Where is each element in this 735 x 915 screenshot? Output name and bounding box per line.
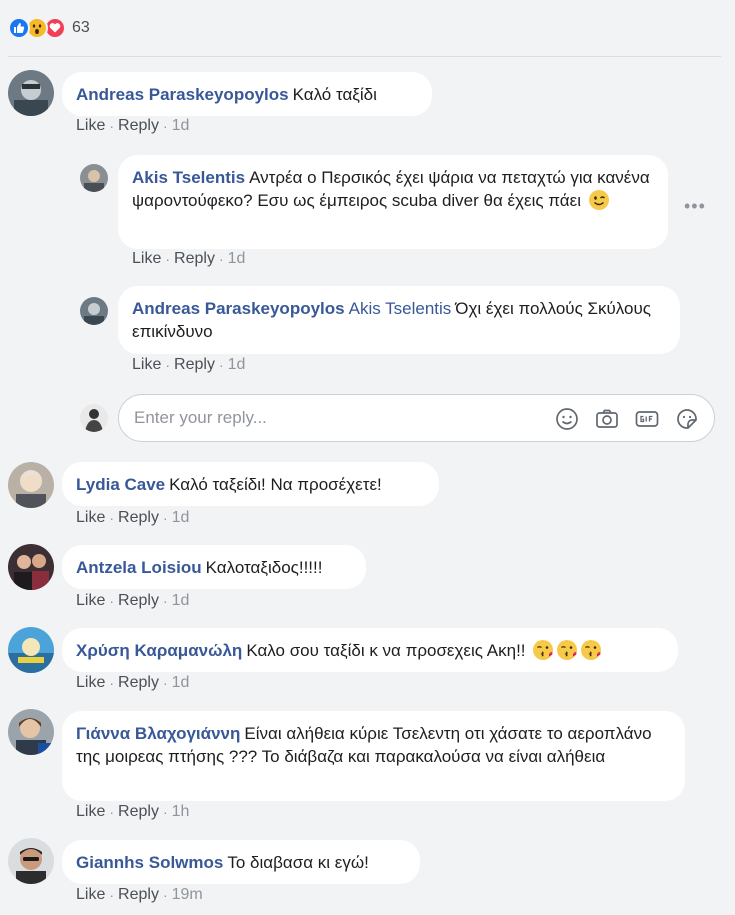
timestamp[interactable]: 1d xyxy=(172,592,190,610)
avatar[interactable] xyxy=(80,164,108,192)
more-options-icon[interactable]: ••• xyxy=(684,196,706,217)
separator: · xyxy=(109,887,115,903)
comment-text: Καλο σου ταξίδι κ να προσεχεις Ακη!! xyxy=(246,641,526,660)
separator: · xyxy=(109,804,115,820)
comment-text: Καλό ταξείδι! Να προσέχετε! xyxy=(169,475,382,494)
reply-button[interactable]: Reply xyxy=(118,117,159,135)
separator: · xyxy=(218,357,224,373)
timestamp[interactable]: 1d xyxy=(228,356,246,374)
reply-button[interactable]: Reply xyxy=(118,592,159,610)
like-button[interactable]: Like xyxy=(132,250,161,268)
avatar[interactable] xyxy=(8,709,54,755)
timestamp[interactable]: 19m xyxy=(172,886,203,904)
comment-actions: Like · Reply · 1d xyxy=(76,674,189,692)
wink-emoji xyxy=(588,189,610,211)
separator: · xyxy=(218,251,224,267)
reply-button[interactable]: Reply xyxy=(118,674,159,692)
comment-author[interactable]: Andreas Paraskeyopoylos xyxy=(76,85,289,104)
kiss-emoji xyxy=(580,639,602,661)
comment-actions: Like · Reply · 1d xyxy=(132,356,245,374)
avatar[interactable] xyxy=(8,70,54,116)
reply-button[interactable]: Reply xyxy=(118,886,159,904)
separator: · xyxy=(109,510,115,526)
avatar[interactable] xyxy=(8,838,54,884)
avatar[interactable] xyxy=(8,544,54,590)
avatar[interactable] xyxy=(80,297,108,325)
avatar[interactable] xyxy=(8,627,54,673)
comment-author[interactable]: Antzela Loisiou xyxy=(76,558,202,577)
separator: · xyxy=(162,593,168,609)
comment-bubble: Akis Tselentis Αντρέα ο Περσικός έχει ψάρ… xyxy=(118,155,668,249)
timestamp[interactable]: 1d xyxy=(172,117,190,135)
reply-button[interactable]: Reply xyxy=(118,509,159,527)
divider xyxy=(8,56,721,57)
comment-bubble: Γιάννα Βλαχογιάννη Είναι αλήθεια κύριε Τσ… xyxy=(62,711,685,801)
reply-button[interactable]: Reply xyxy=(174,250,215,268)
comment-actions: Like · Reply · 1d xyxy=(132,250,245,268)
like-button[interactable]: Like xyxy=(76,674,105,692)
separator: · xyxy=(162,510,168,526)
comment-author[interactable]: Lydia Cave xyxy=(76,475,165,494)
separator: · xyxy=(162,118,168,134)
comment-actions: Like · Reply · 1d xyxy=(76,117,189,135)
separator: · xyxy=(165,357,171,373)
comment-author[interactable]: Giannhs Solwmos xyxy=(76,853,223,872)
reaction-count[interactable]: 63 xyxy=(72,19,90,37)
reply-box xyxy=(118,394,715,442)
kiss-emoji xyxy=(556,639,578,661)
comment-actions: Like · Reply · 19m xyxy=(76,886,203,904)
comment-mention[interactable]: Akis Tselentis xyxy=(349,299,452,318)
camera-icon[interactable] xyxy=(595,407,619,431)
comment-author[interactable]: Andreas Paraskeyopoylos xyxy=(132,299,345,318)
comment-bubble: Antzela Loisiou Καλοταξιδος!!!!! xyxy=(62,545,366,589)
separator: · xyxy=(109,118,115,134)
comment-author[interactable]: Akis Tselentis xyxy=(132,168,245,187)
comment-bubble: Giannhs Solwmos Το διαβασα κι εγώ! xyxy=(62,840,420,884)
timestamp[interactable]: 1h xyxy=(172,803,190,821)
separator: · xyxy=(162,804,168,820)
separator: · xyxy=(162,887,168,903)
like-button[interactable]: Like xyxy=(76,803,105,821)
like-button[interactable]: Like xyxy=(76,886,105,904)
like-button[interactable]: Like xyxy=(132,356,161,374)
comment-text: Καλοταξιδος!!!!! xyxy=(205,558,323,577)
current-user-avatar xyxy=(80,404,108,432)
comment-text: Το διαβασα κι εγώ! xyxy=(227,853,369,872)
like-icon xyxy=(8,17,30,39)
reply-button[interactable]: Reply xyxy=(174,356,215,374)
separator: · xyxy=(165,251,171,267)
gif-icon[interactable] xyxy=(635,407,659,431)
emoji-icon[interactable] xyxy=(555,407,579,431)
like-button[interactable]: Like xyxy=(76,592,105,610)
comment-bubble: Lydia Cave Καλό ταξείδι! Να προσέχετε! xyxy=(62,462,439,506)
comment-bubble: Andreas Paraskeyopoylos Akis Tselentis Όχι… xyxy=(118,286,680,354)
comment-actions: Like · Reply · 1d xyxy=(76,509,189,527)
comment-bubble: Χρύση Καραμανώλη Καλο σου ταξίδι κ να προ… xyxy=(62,628,678,672)
like-button[interactable]: Like xyxy=(76,117,105,135)
comment-author[interactable]: Γιάννα Βλαχογιάννη xyxy=(76,724,240,743)
reply-input[interactable] xyxy=(134,395,534,441)
separator: · xyxy=(162,675,168,691)
comment-actions: Like · Reply · 1d xyxy=(76,592,189,610)
reply-button[interactable]: Reply xyxy=(118,803,159,821)
kiss-emoji xyxy=(532,639,554,661)
comment-text: Καλό ταξίδι xyxy=(292,85,377,104)
comment-actions: Like · Reply · 1h xyxy=(76,803,189,821)
timestamp[interactable]: 1d xyxy=(172,674,190,692)
comment-bubble: Andreas Paraskeyopoylos Καλό ταξίδι xyxy=(62,72,432,116)
timestamp[interactable]: 1d xyxy=(228,250,246,268)
reactions-summary[interactable]: 63 xyxy=(8,16,90,40)
like-button[interactable]: Like xyxy=(76,509,105,527)
sticker-icon[interactable] xyxy=(675,407,699,431)
avatar[interactable] xyxy=(8,462,54,508)
separator: · xyxy=(109,675,115,691)
separator: · xyxy=(109,593,115,609)
comment-author[interactable]: Χρύση Καραμανώλη xyxy=(76,641,242,660)
timestamp[interactable]: 1d xyxy=(172,509,190,527)
